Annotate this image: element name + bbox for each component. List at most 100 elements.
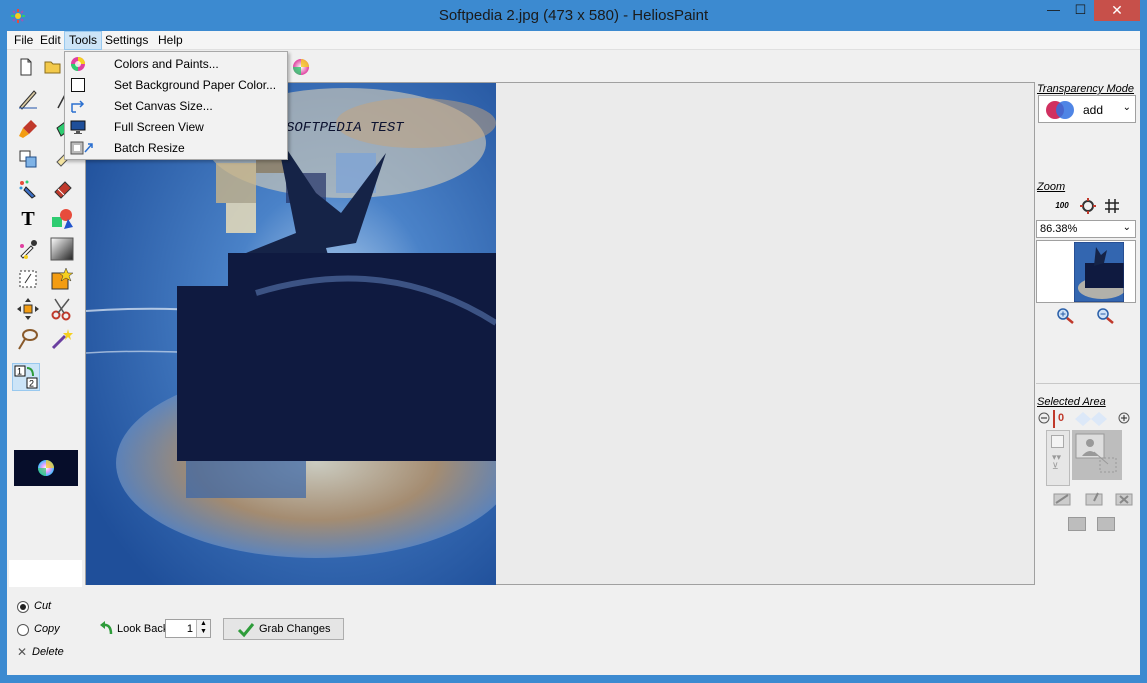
eyedropper-icon: [20, 240, 37, 259]
grab-changes-button[interactable]: Grab Changes: [223, 618, 344, 640]
brush-tool[interactable]: [14, 115, 42, 143]
delete-checkbox-icon[interactable]: ✕: [17, 645, 27, 659]
navigator-thumbnail[interactable]: [1036, 240, 1136, 303]
color-wheel-icon[interactable]: [291, 57, 311, 77]
tools-dropdown-menu: Colors and Paints... Set Background Pape…: [64, 51, 288, 160]
menu-item-set-canvas-size[interactable]: Set Canvas Size...: [65, 96, 287, 117]
selection-slider-marker[interactable]: [1053, 410, 1055, 428]
menu-item-colors-and-paints[interactable]: Colors and Paints...: [65, 54, 287, 75]
effects-tool[interactable]: [48, 265, 76, 293]
maximize-button[interactable]: ☐: [1067, 0, 1094, 21]
menu-file[interactable]: File: [10, 33, 37, 50]
image-watermark-text: SOFTPEDIA TEST: [286, 120, 404, 136]
menu-tools[interactable]: Tools: [64, 31, 103, 50]
smudge-tool[interactable]: [48, 175, 76, 203]
selection-value: 0: [1058, 412, 1065, 424]
zoom-out-icon[interactable]: [1095, 307, 1117, 325]
pencil-tool[interactable]: [14, 85, 42, 113]
grid-icon[interactable]: [1103, 197, 1121, 215]
align-right-disabled-icon[interactable]: [1097, 517, 1115, 531]
align-left-disabled-icon[interactable]: [1068, 517, 1086, 531]
close-button[interactable]: ✕: [1094, 0, 1140, 21]
spinner-arrows-icon[interactable]: ▲ ▼: [196, 620, 210, 637]
move-tool[interactable]: [14, 295, 42, 323]
menu-label: Set Background Paper Color...: [114, 78, 277, 92]
zoom-in-icon[interactable]: [1055, 307, 1077, 325]
open-folder-icon[interactable]: [43, 57, 63, 77]
look-back-value: 1: [186, 623, 193, 635]
selection-move-icon[interactable]: ▾▾ ⊻: [1052, 453, 1061, 471]
new-file-icon[interactable]: [16, 57, 36, 77]
panel-divider: [1036, 383, 1140, 384]
right-panel: Transparency Mode add ⌄ Zoom 100 86.38% …: [1036, 81, 1140, 675]
gradient-tool[interactable]: [48, 235, 76, 263]
monitor-icon: [70, 120, 86, 134]
menu-help[interactable]: Help: [154, 33, 187, 50]
look-back-spinner[interactable]: 1 ▲ ▼: [165, 619, 211, 638]
shapes-icon: [52, 209, 73, 229]
app-window: Softpedia 2.jpg (473 x 580) - HeliosPain…: [0, 0, 1147, 683]
shapes-tool[interactable]: [48, 205, 76, 233]
smudge-icon: [54, 181, 72, 199]
effects-icon: [51, 267, 74, 290]
menu-label: Set Canvas Size...: [114, 99, 213, 113]
lasso-tool[interactable]: [14, 325, 42, 353]
zoom-percent-select[interactable]: 86.38% ⌄: [1036, 220, 1136, 238]
chevron-down-icon: ⌄: [1122, 102, 1131, 113]
title-bar: Softpedia 2.jpg (473 x 580) - HeliosPain…: [0, 0, 1147, 31]
paste-disabled-icon[interactable]: [1084, 491, 1104, 507]
transform-tool[interactable]: [14, 265, 42, 293]
thumbnail-image: [1074, 242, 1124, 302]
spray-tool[interactable]: [14, 175, 42, 203]
grab-changes-label: Grab Changes: [259, 623, 331, 635]
color-picker-tool[interactable]: [14, 235, 42, 263]
menu-item-set-background-paper-color[interactable]: Set Background Paper Color...: [65, 75, 287, 96]
copy-label: Copy: [34, 623, 60, 635]
menu-label: Batch Resize: [114, 141, 185, 155]
paper-color-icon: [71, 78, 85, 92]
zoom-percent-value: 86.38%: [1040, 223, 1078, 235]
menu-item-batch-resize[interactable]: Batch Resize: [65, 138, 287, 159]
zoom-fit-icon[interactable]: [1079, 197, 1097, 215]
menu-label: Full Screen View: [114, 120, 204, 134]
blend-mode-select[interactable]: add ⌄: [1038, 95, 1136, 123]
color-wheel-swatch-icon: [38, 460, 54, 476]
transparency-mode-label: Transparency Mode: [1037, 83, 1135, 95]
selection-side-tools: ▾▾ ⊻: [1046, 430, 1070, 486]
menu-bar: File Edit Tools Settings Help: [7, 31, 1140, 50]
decrease-icon[interactable]: [1038, 412, 1050, 424]
layer-swap-icon: 12: [14, 365, 38, 389]
blend-circles-icon: [1046, 101, 1074, 119]
menu-settings[interactable]: Settings: [101, 33, 152, 50]
gradient-icon: [50, 237, 74, 261]
text-tool[interactable]: T: [14, 205, 42, 233]
scissors-tool[interactable]: [48, 295, 76, 323]
look-back-icon: [100, 621, 113, 635]
cut-radio[interactable]: [17, 601, 29, 613]
brush-icon: [19, 120, 37, 138]
selection-user-icon: [1075, 433, 1117, 473]
delete-disabled-icon[interactable]: [1114, 491, 1134, 507]
current-color-swatch[interactable]: [14, 450, 78, 486]
scissors-icon: [51, 298, 71, 321]
magic-wand-tool[interactable]: [48, 325, 76, 353]
increase-icon[interactable]: [1118, 412, 1130, 424]
zoom-label: Zoom: [1037, 181, 1066, 193]
menu-edit[interactable]: Edit: [36, 33, 65, 50]
clone-tool[interactable]: [14, 145, 42, 173]
clone-icon: [19, 150, 37, 168]
layer-swap-tool[interactable]: 12: [12, 363, 40, 391]
menu-item-full-screen-view[interactable]: Full Screen View: [65, 117, 287, 138]
crop-disabled-icon[interactable]: [1052, 491, 1072, 507]
selection-preview: [1072, 430, 1122, 480]
selection-frame-icon[interactable]: [1051, 435, 1064, 448]
options-bar: Cut Copy ✕ Delete Look Back 1 ▲ ▼ Grab Ch…: [7, 587, 1140, 675]
client-area: File Edit Tools Settings Help T 1 2 SOFT…: [7, 31, 1140, 675]
svg-text:1: 1: [17, 367, 22, 377]
magic-wand-icon: [51, 329, 73, 350]
zoom-100-button[interactable]: 100: [1052, 197, 1072, 215]
minimize-button[interactable]: —: [1040, 0, 1067, 21]
copy-radio[interactable]: [17, 624, 29, 636]
selection-diamonds-icon: [1075, 412, 1107, 426]
svg-text:2: 2: [29, 379, 34, 389]
